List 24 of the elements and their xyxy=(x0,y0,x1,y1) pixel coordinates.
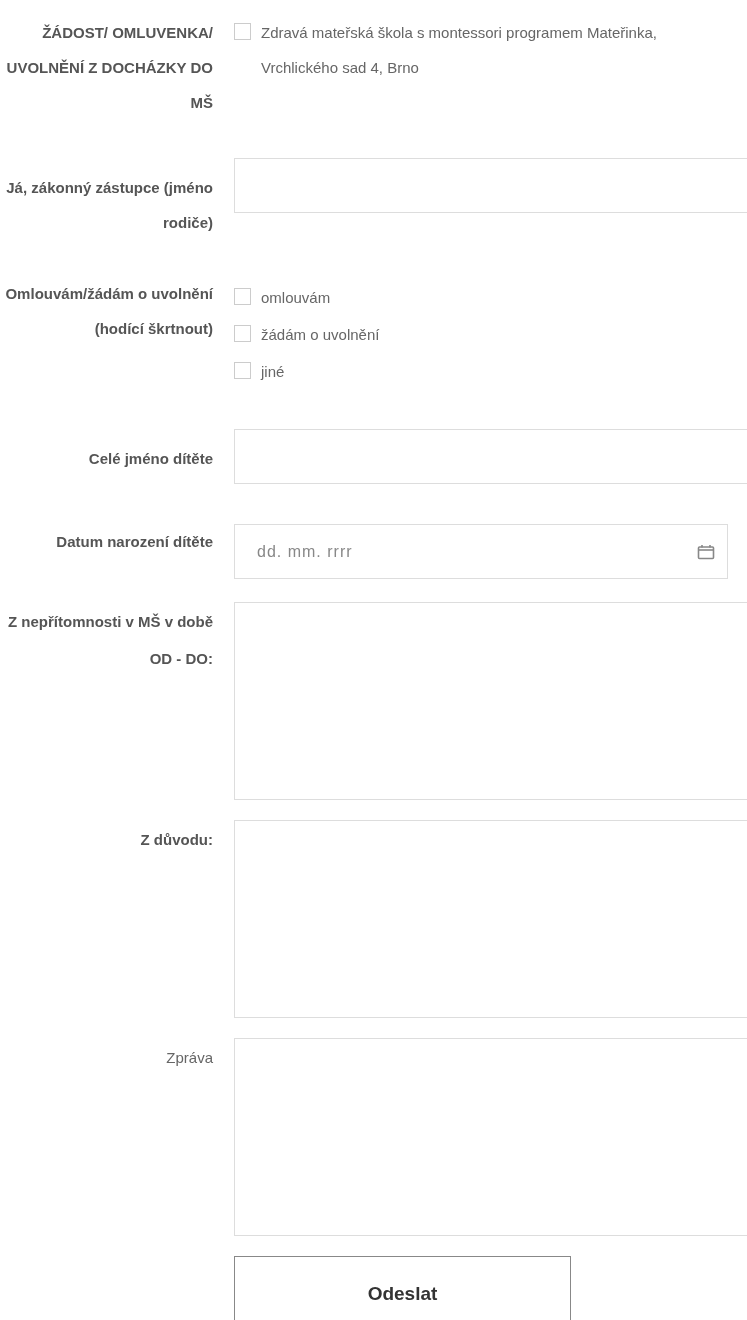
field-label: ŽÁDOST/ OMLUVENKA/ UVOLNĚNÍ Z DOCHÁZKY DO MŠ xyxy=(5,23,213,113)
field-label: Zpráva xyxy=(165,1048,213,1068)
text-area[interactable] xyxy=(234,602,747,800)
checkbox[interactable] xyxy=(234,288,251,305)
calendar-icon[interactable] xyxy=(697,543,715,560)
field-label: Z důvodu: xyxy=(139,830,213,850)
checkbox[interactable] xyxy=(234,325,251,342)
text-area[interactable] xyxy=(234,820,747,1018)
checkbox-label: jiné xyxy=(261,362,285,382)
field-label: Celé jméno dítěte xyxy=(87,449,213,469)
checkbox[interactable] xyxy=(234,362,251,379)
field-label: Já, zákonný zástupce (jméno rodiče) xyxy=(5,178,213,233)
checkbox-label: Zdravá mateřská škola s montessori programem Mateřinka, Vrchlického sad 4, Brno xyxy=(261,23,658,78)
field-label: Datum narození dítěte xyxy=(55,532,213,552)
date-field[interactable]: dd. mm. rrrr xyxy=(234,524,728,579)
text-area[interactable] xyxy=(234,1038,747,1236)
text-field[interactable] xyxy=(234,429,747,484)
field-label: Omlouvám/žádám o uvolnění (hodící škrtnout) xyxy=(4,284,213,339)
checkbox-label: žádám o uvolnění xyxy=(261,325,380,345)
text-field[interactable] xyxy=(234,158,747,213)
submit-button[interactable]: Odeslat xyxy=(234,1256,571,1320)
checkbox[interactable] xyxy=(234,23,251,40)
checkbox-label: omlouvám xyxy=(261,288,331,308)
field-label: Z nepřítomnosti v MŠ v době OD - DO: xyxy=(7,612,213,669)
